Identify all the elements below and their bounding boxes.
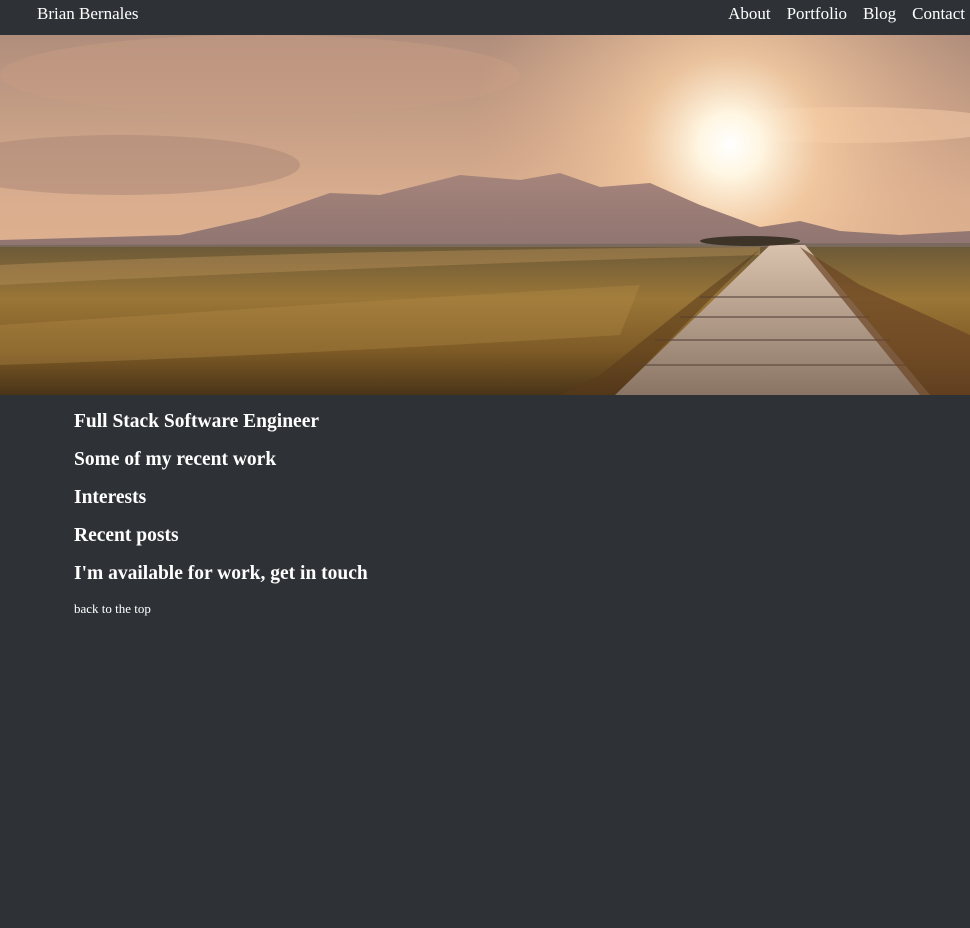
heading-interests: Interests — [74, 487, 147, 508]
nav-link-portfolio[interactable]: Portfolio — [787, 4, 847, 24]
heading-recent-work: Some of my recent work — [74, 449, 277, 470]
nav-link-about[interactable]: About — [728, 4, 771, 24]
hero-image — [0, 35, 970, 395]
back-to-top-link[interactable]: back to the top — [74, 601, 151, 617]
main-content: Full Stack Software Engineer Some of my … — [74, 410, 934, 618]
nav-links: About Portfolio Blog Contact — [728, 4, 965, 24]
nav-link-blog[interactable]: Blog — [863, 4, 896, 24]
hero-landscape-illustration — [0, 35, 970, 395]
heading-full-stack: Full Stack Software Engineer — [74, 411, 320, 432]
heading-get-in-touch: I'm available for work, get in touch — [74, 563, 368, 584]
heading-recent-posts: Recent posts — [74, 525, 179, 546]
nav-link-contact[interactable]: Contact — [912, 4, 965, 24]
brand-link[interactable]: Brian Bernales — [37, 4, 139, 24]
top-navbar: Brian Bernales About Portfolio Blog Cont… — [0, 0, 970, 35]
